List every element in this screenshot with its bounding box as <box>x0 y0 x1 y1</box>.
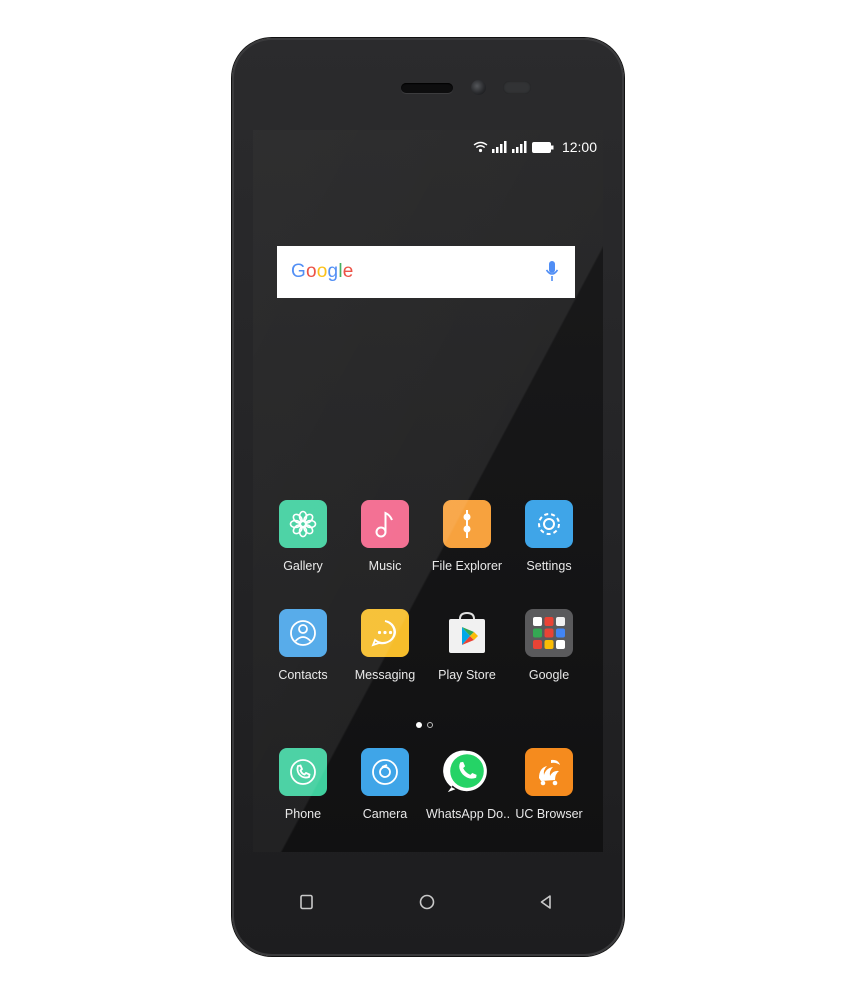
messaging-icon <box>361 609 409 657</box>
status-bar: 12:00 <box>467 138 597 156</box>
app-label: File Explorer <box>431 559 503 573</box>
app-phone[interactable]: Phone <box>262 748 344 821</box>
proximity-sensor <box>503 81 531 94</box>
circle-icon <box>419 894 435 910</box>
battery-icon <box>531 141 554 153</box>
app-play-store[interactable]: Play Store <box>426 609 508 682</box>
whatsapp-icon <box>443 748 491 796</box>
page-dot-active[interactable] <box>416 722 422 728</box>
app-camera[interactable]: Camera <box>344 748 426 821</box>
phone-icon <box>279 748 327 796</box>
app-label: Google <box>528 668 570 682</box>
play-store-icon <box>443 609 491 657</box>
page-dot[interactable] <box>427 722 433 728</box>
app-gallery[interactable]: Gallery <box>262 500 344 573</box>
camera-icon <box>361 748 409 796</box>
app-messaging[interactable]: Messaging <box>344 609 426 682</box>
app-label: Play Store <box>438 668 496 682</box>
app-label: Settings <box>526 559 572 573</box>
screen-glare <box>253 130 603 852</box>
music-icon <box>361 500 409 548</box>
google-folder-icon <box>525 609 573 657</box>
google-search-bar[interactable]: Google <box>277 246 575 298</box>
app-settings[interactable]: Settings <box>508 500 590 573</box>
app-label: Camera <box>362 807 408 821</box>
app-google-folder[interactable]: Google <box>508 609 590 682</box>
app-label: Phone <box>284 807 322 821</box>
signal-sim2-icon <box>511 141 528 153</box>
wifi-icon <box>473 141 488 153</box>
app-label: Messaging <box>354 668 416 682</box>
uc-browser-icon <box>525 748 573 796</box>
earpiece-speaker <box>401 83 453 93</box>
app-whatsapp[interactable]: WhatsApp Do.. <box>426 748 511 821</box>
app-label: WhatsApp Do.. <box>426 807 511 821</box>
square-icon <box>300 894 313 910</box>
google-logo-letter: g <box>327 261 339 282</box>
settings-icon <box>525 500 573 548</box>
app-music[interactable]: Music <box>344 500 426 573</box>
google-logo: Google <box>291 261 354 283</box>
app-label: Contacts <box>278 668 328 682</box>
status-time: 12:00 <box>561 139 597 155</box>
file-explorer-icon <box>443 500 491 548</box>
signal-sim1-icon <box>491 141 508 153</box>
recent-apps-button[interactable] <box>287 887 327 917</box>
google-logo-letter: G <box>291 261 306 282</box>
home-button[interactable] <box>407 887 447 917</box>
page-indicator <box>416 722 433 728</box>
google-logo-letter: o <box>316 261 328 282</box>
app-contacts[interactable]: Contacts <box>262 609 344 682</box>
app-uc-browser[interactable]: UC Browser <box>508 748 590 821</box>
triangle-left-icon <box>540 895 551 909</box>
google-logo-letter: o <box>305 261 317 282</box>
app-label: Music <box>368 559 402 573</box>
app-label: UC Browser <box>515 807 583 821</box>
mic-icon[interactable] <box>545 260 559 289</box>
gallery-icon <box>279 500 327 548</box>
google-logo-letter: e <box>342 261 354 282</box>
home-screen: 12:00 Google Gallery Music File Explorer… <box>253 130 603 852</box>
app-label: Gallery <box>283 559 323 573</box>
contacts-icon <box>279 609 327 657</box>
back-button[interactable] <box>526 887 566 917</box>
front-camera-lens <box>471 80 486 95</box>
app-file-explorer[interactable]: File Explorer <box>426 500 508 573</box>
